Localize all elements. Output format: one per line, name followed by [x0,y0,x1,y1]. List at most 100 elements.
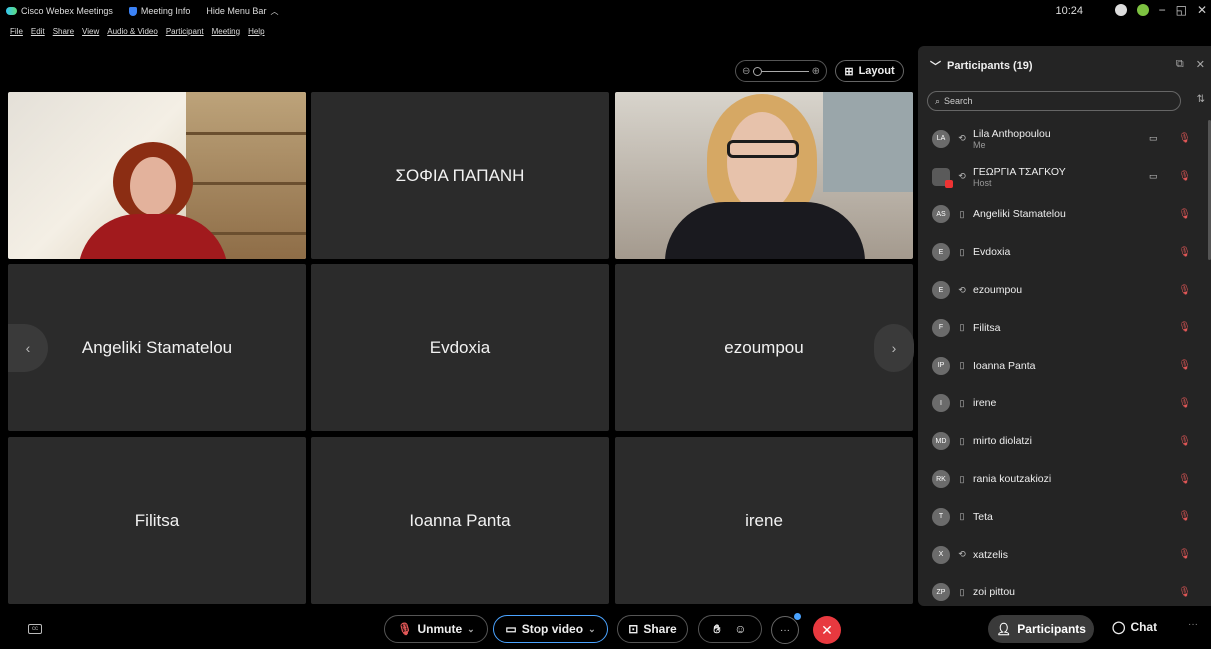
menu-edit[interactable]: Edit [31,27,45,36]
mic-muted-icon[interactable]: 🎙︎ [1178,474,1191,485]
mic-muted-icon[interactable]: 🎙︎ [1178,247,1191,258]
chevron-right-icon: › [891,340,897,356]
next-page-button[interactable]: › [874,324,914,372]
mic-muted-icon[interactable]: 🎙︎ [1178,285,1191,296]
camera-icon[interactable]: ▭ [1149,133,1158,144]
menu-view[interactable]: View [82,27,99,36]
mic-muted-icon[interactable]: 🎙︎ [1178,549,1191,560]
participant-row[interactable]: F ▯ Filitsa 🎙︎ [918,309,1211,347]
video-tile[interactable]: Ioanna Panta [311,437,609,604]
video-tile[interactable]: Angeliki Stamatelou [8,264,306,431]
participant-name: ΓΕΩΡΓΙΑ ΤΣΑΓΚΟΥ [973,165,1066,178]
video-tile-participant[interactable] [615,92,913,259]
tile-name: ΣΟΦΙΑ ΠΑΠΑΝΗ [395,165,525,185]
notification-dot [794,613,801,620]
menu-file[interactable]: File [10,27,23,36]
sort-icon[interactable]: ⇅ [1197,94,1205,105]
participant-row[interactable]: MD ▯ mirto diolatzi 🎙︎ [918,422,1211,460]
menu-share[interactable]: Share [53,27,74,36]
mic-muted-icon[interactable]: 🎙︎ [1178,133,1191,144]
shield-icon [128,6,137,16]
status-icon[interactable] [1114,4,1127,16]
meeting-info-button[interactable]: Meeting Info [128,6,190,16]
window-controls: − ◱ ✕ [1114,3,1207,17]
panel-header[interactable]: ﹀ Participants (19) [930,58,1033,74]
minimize-button[interactable]: − [1159,3,1166,17]
mic-muted-icon[interactable]: 🎙︎ [1178,209,1191,220]
more-options-button[interactable]: ··· [771,616,799,644]
zoom-out-icon[interactable]: ⊖ [742,66,750,77]
avatar: X [932,545,950,564]
end-meeting-button[interactable]: ✕ [813,616,841,644]
mic-muted-icon[interactable]: 🎙︎ [1178,398,1191,409]
chevron-down-icon[interactable]: ⌄ [467,624,475,635]
phone-icon: ▯ [959,435,965,446]
mic-muted-icon[interactable]: 🎙︎ [1178,322,1191,333]
participant-row[interactable]: LA ⟲ Lila Anthopoulou Me ▭ 🎙︎ [918,120,1211,158]
camera-icon[interactable]: ▭ [1149,171,1158,182]
participant-row[interactable]: I ▯ irene 🎙︎ [918,385,1211,423]
avatar: E [932,281,950,300]
participant-row[interactable]: ⟲ ΓΕΩΡΓΙΑ ΤΣΑΓΚΟΥ Host ▭ 🎙︎ [918,158,1211,196]
emoji-icon[interactable]: ☺ [734,622,746,636]
menu-audio-video[interactable]: Audio & Video [107,27,158,36]
mic-muted-icon[interactable]: 🎙︎ [1178,511,1191,522]
zoom-slider[interactable]: ⊖ ⊕ [735,60,827,82]
search-input[interactable]: ⌕ Search [927,91,1181,111]
participants-button[interactable]: 👤︎ Participants [988,615,1094,643]
video-tile[interactable]: ezoumpou [615,264,913,431]
tile-name: Ioanna Panta [409,510,511,530]
zoom-knob[interactable] [753,66,763,76]
unmute-button[interactable]: 🎙︎ Unmute ⌄ [384,615,488,643]
mic-muted-icon[interactable]: 🎙︎ [1178,171,1191,182]
video-tile[interactable]: Evdoxia [311,264,609,431]
participant-name: Filitsa [973,321,1001,334]
video-tile[interactable]: irene [615,437,913,604]
mic-muted-icon[interactable]: 🎙︎ [1178,436,1191,447]
computer-audio-icon: ⟲ [958,284,966,295]
maximize-button[interactable]: ◱ [1176,3,1187,17]
mic-muted-icon: 🎙︎ [397,622,413,636]
video-tile[interactable]: Filitsa [8,437,306,604]
app-title: Cisco Webex Meetings [6,6,113,16]
chat-button[interactable]: ◯ Chat [1112,620,1157,634]
chevron-down-icon[interactable]: ⌄ [588,624,596,635]
participant-row[interactable]: E ⟲ ezoumpou 🎙︎ [918,271,1211,309]
clock: 10:24 [1055,5,1083,17]
close-panel-icon[interactable]: ✕ [1196,58,1205,71]
close-button[interactable]: ✕ [1197,3,1207,17]
layout-button[interactable]: ⊞ Layout [835,60,904,82]
participant-name: Lila Anthopoulou [973,127,1051,140]
video-tile[interactable]: ΣΟΦΙΑ ΠΑΠΑΝΗ [311,92,609,259]
participant-row[interactable]: E ▯ Evdoxia 🎙︎ [918,233,1211,271]
phone-icon: ▯ [959,586,965,597]
captions-icon[interactable]: cc [28,624,42,634]
share-button[interactable]: ⊡ Share [617,615,688,643]
menu-meeting[interactable]: Meeting [212,27,240,36]
phone-icon: ▯ [959,246,965,257]
menu-participant[interactable]: Participant [166,27,204,36]
participant-row[interactable]: IP ▯ Ioanna Panta 🎙︎ [918,347,1211,385]
chevron-down-icon[interactable]: ﹀ [930,58,941,74]
participant-row[interactable]: RK ▯ rania koutzakiozi 🎙︎ [918,460,1211,498]
raise-hand-icon[interactable]: ✋︎ [713,622,720,637]
participant-row[interactable]: AS ▯ Angeliki Stamatelou 🎙︎ [918,196,1211,234]
video-tile-participant[interactable] [8,92,306,259]
hide-menu-bar-button[interactable]: Hide Menu Bar ︿ [206,6,278,17]
tile-name: Angeliki Stamatelou [81,337,233,357]
mic-muted-icon[interactable]: 🎙︎ [1178,360,1191,371]
more-panels-icon[interactable]: ··· [1188,619,1198,630]
participant-row[interactable]: ZP ▯ zoi pittou 🎙︎ [918,574,1211,612]
avatar: T [932,507,950,526]
participant-row[interactable]: T ▯ Teta 🎙︎ [918,498,1211,536]
avatar[interactable] [1136,4,1149,16]
participant-row[interactable]: X ⟲ xatzelis 🎙︎ [918,536,1211,574]
stop-video-button[interactable]: ▭ Stop video ⌄ [493,615,608,643]
popout-icon[interactable]: ⧉ [1176,58,1184,71]
zoom-in-icon[interactable]: ⊕ [812,66,820,77]
menu-help[interactable]: Help [248,27,264,36]
participant-name: zoi pittou [973,586,1016,599]
participant-name: Evdoxia [973,246,1011,259]
phone-icon: ▯ [959,208,965,219]
mic-muted-icon[interactable]: 🎙︎ [1178,587,1191,598]
